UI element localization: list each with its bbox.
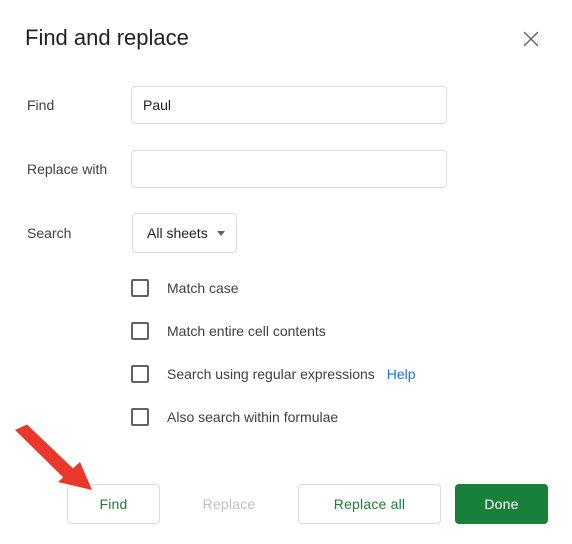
search-scope-value: All sheets [147, 225, 208, 241]
chevron-down-icon [216, 230, 225, 236]
find-field-label: Find [27, 97, 55, 113]
checkbox-match-entire-cell-contents[interactable] [131, 322, 149, 340]
option-match-case[interactable]: Match case [131, 279, 239, 297]
close-button[interactable] [515, 23, 547, 55]
checkbox-also-search-within-formulae[interactable] [131, 408, 149, 426]
done-button[interactable]: Done [455, 484, 548, 524]
option-search-using-regular-expressions[interactable]: Search using regular expressions Help [131, 365, 416, 383]
replace-button: Replace [170, 484, 288, 524]
find-button[interactable]: Find [67, 484, 160, 524]
dialog-title: Find and replace [25, 25, 189, 50]
option-match-entire-cell-contents[interactable]: Match entire cell contents [131, 322, 326, 340]
search-scope-dropdown[interactable]: All sheets [132, 213, 237, 253]
search-field-label: Search [27, 225, 72, 241]
option-also-search-within-formulae[interactable]: Also search within formulae [131, 408, 338, 426]
close-icon [515, 30, 547, 48]
checkbox-search-using-regular-expressions[interactable] [131, 365, 149, 383]
regex-help-link[interactable]: Help [387, 365, 416, 383]
find-input[interactable] [131, 86, 447, 124]
option-label: Match entire cell contents [167, 323, 326, 339]
replace-with-input[interactable] [131, 150, 447, 188]
checkbox-match-case[interactable] [131, 279, 149, 297]
option-label: Match case [167, 280, 239, 296]
option-label: Also search within formulae [167, 409, 339, 425]
find-and-replace-dialog: Find and replace Find Replace with Searc… [0, 0, 572, 544]
option-label: Search using regular expressions [167, 366, 375, 382]
replace-with-field-label: Replace with [27, 161, 108, 177]
replace-all-button[interactable]: Replace all [298, 484, 441, 524]
